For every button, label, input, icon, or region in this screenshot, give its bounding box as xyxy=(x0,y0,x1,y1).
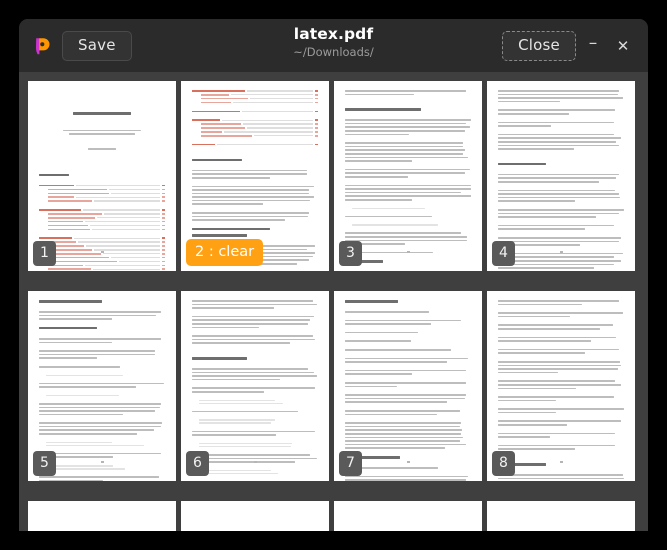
close-document-button[interactable]: Close xyxy=(502,31,576,61)
page-thumbnail[interactable] xyxy=(487,501,635,531)
page-thumbnail[interactable]: 1 xyxy=(28,81,176,271)
page-thumbnail-grid: 1 2 : clear 3 4 5 6 7 8 xyxy=(28,81,648,531)
papers-app-icon xyxy=(29,34,53,58)
page-preview-content xyxy=(334,501,482,531)
page-badge[interactable]: 7 xyxy=(339,451,362,476)
page-thumbnail[interactable]: 6 xyxy=(181,291,329,481)
page-preview-content xyxy=(181,501,329,531)
page-thumbnail[interactable]: 8 xyxy=(487,291,635,481)
page-badge[interactable]: 4 xyxy=(492,241,515,266)
page-thumbnail[interactable]: 7 xyxy=(334,291,482,481)
page-thumbnail[interactable] xyxy=(334,501,482,531)
page-badge[interactable]: 5 xyxy=(33,451,56,476)
page-badge[interactable]: 6 xyxy=(186,451,209,476)
thumbnail-scroll-area[interactable]: 1 2 : clear 3 4 5 6 7 8 xyxy=(19,72,648,531)
title-bar: Save latex.pdf ~/Downloads/ Close – ✕ xyxy=(19,19,648,72)
page-badge[interactable]: 3 xyxy=(339,241,362,266)
application-window: Save latex.pdf ~/Downloads/ Close – ✕ 1 2… xyxy=(19,19,648,531)
window-controls: Close – ✕ xyxy=(502,31,636,61)
page-preview-content xyxy=(487,501,635,531)
page-thumbnail[interactable]: 3 xyxy=(334,81,482,271)
page-badge[interactable]: 1 xyxy=(33,241,56,266)
page-preview-content xyxy=(28,501,176,531)
minimize-icon[interactable]: – xyxy=(580,33,606,59)
page-thumbnail[interactable] xyxy=(28,501,176,531)
page-thumbnail[interactable] xyxy=(181,501,329,531)
save-button[interactable]: Save xyxy=(62,31,132,61)
page-thumbnail[interactable]: 2 : clear xyxy=(181,81,329,271)
page-thumbnail[interactable]: 5 xyxy=(28,291,176,481)
page-thumbnail[interactable]: 4 xyxy=(487,81,635,271)
page-badge[interactable]: 8 xyxy=(492,451,515,476)
close-icon[interactable]: ✕ xyxy=(610,33,636,59)
page-badge-selected[interactable]: 2 : clear xyxy=(186,239,263,267)
